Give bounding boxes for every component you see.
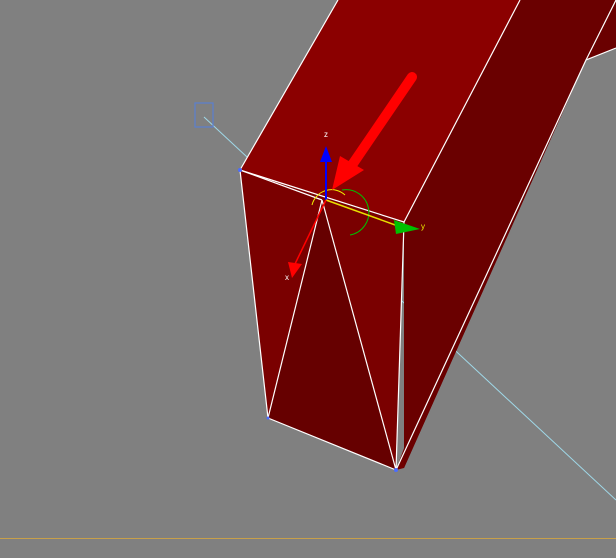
3d-viewport[interactable]: z y x <box>0 0 616 558</box>
z-axis-label: z <box>324 130 328 139</box>
y-axis-label: y <box>421 222 425 231</box>
viewport-scene[interactable]: z y x <box>0 0 616 558</box>
x-axis-label: x <box>285 273 289 282</box>
viewport-border <box>0 538 616 539</box>
